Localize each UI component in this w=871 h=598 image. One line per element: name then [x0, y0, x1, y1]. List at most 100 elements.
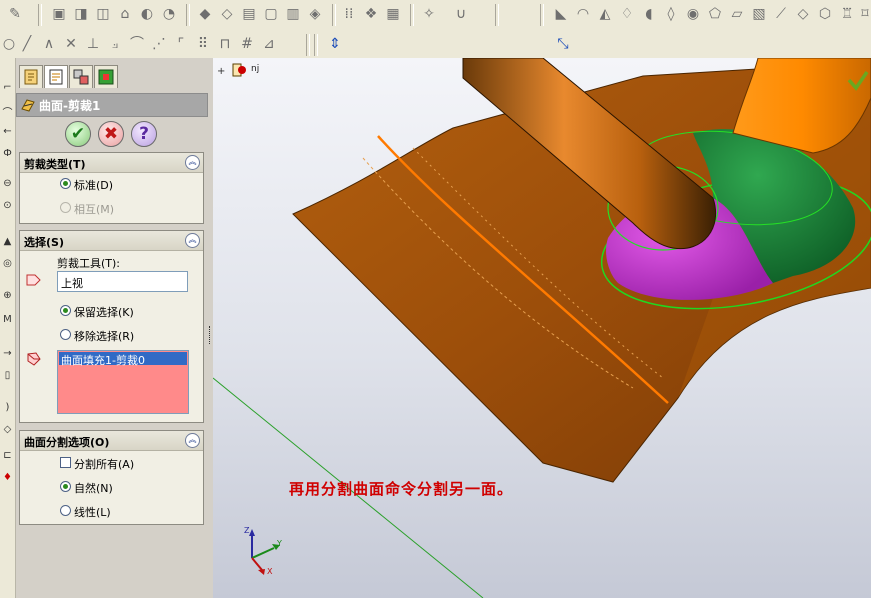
grid-icon[interactable]: # [238, 35, 256, 53]
dimension-icon[interactable]: ⊓ [216, 35, 234, 53]
sweep-surface-icon[interactable]: ◫ [94, 5, 112, 23]
property-manager: 曲面-剪裁1 ✔ ✖ ? 剪裁类型(T) ︽ 标准(D) 相互(M) 选择(S)… [16, 58, 208, 598]
trim-tool-label: 剪裁工具(T): [57, 257, 121, 270]
collapse-icon[interactable]: ︽ [185, 155, 200, 170]
tab-dimxpert-manager[interactable] [94, 65, 118, 88]
help-button[interactable]: ? [131, 121, 157, 147]
loft-surface-icon[interactable]: ⌂ [116, 5, 134, 23]
boundary-surface-icon[interactable]: ◐ [138, 5, 156, 23]
strip-icon[interactable]: ▯ [1, 370, 14, 381]
strip-icon[interactable]: ) [1, 402, 14, 413]
ruled-icon[interactable]: ⌑ [856, 5, 871, 23]
strip-icon[interactable]: ♦ [1, 472, 14, 483]
extrude-surface-icon[interactable]: ▣ [50, 5, 68, 23]
natural-label: 自然(N) [74, 482, 113, 495]
line-icon[interactable]: ╱ [18, 35, 36, 53]
offset-surface-icon[interactable]: ◆ [196, 5, 214, 23]
planar-surface-icon[interactable]: ▢ [262, 5, 280, 23]
mutual-radio[interactable] [60, 202, 71, 213]
toolbar-separator [186, 4, 190, 26]
fillet-sketch-icon[interactable]: ⊥ [84, 35, 102, 53]
strip-icon[interactable]: ← [1, 126, 14, 137]
strip-icon[interactable]: ⊙ [1, 200, 14, 211]
strip-icon[interactable]: ⊖ [1, 178, 14, 189]
indent-icon[interactable]: ◭ [596, 5, 614, 23]
mirror-icon[interactable]: ❖ [362, 5, 380, 23]
knit-surface-icon[interactable]: ▦ [384, 5, 402, 23]
collapse-icon[interactable]: ︽ [185, 233, 200, 248]
freeform-icon[interactable]: ◊ [662, 5, 680, 23]
trim-tool-field[interactable]: 上视 [57, 271, 188, 292]
ok-button[interactable]: ✔ [65, 121, 91, 147]
instruction-annotation: 再用分割曲面命令分割另一面。 [289, 480, 514, 498]
delete-face-icon[interactable]: ▱ [728, 5, 746, 23]
strip-icon[interactable]: ◎ [1, 258, 14, 269]
list-item[interactable]: 曲面填充1-剪裁0 [59, 352, 187, 367]
triangle-icon[interactable]: ⊿ [260, 35, 278, 53]
cancel-button[interactable]: ✖ [98, 121, 124, 147]
cross-icon[interactable]: ✕ [62, 35, 80, 53]
collapse-icon[interactable]: ︽ [185, 433, 200, 448]
strip-icon[interactable]: ⌐ [1, 82, 14, 93]
deform-icon[interactable]: ◣ [552, 5, 570, 23]
untrim-icon[interactable]: ♖ [838, 5, 856, 23]
tab-property-manager[interactable] [44, 65, 68, 88]
radiate-surface-icon[interactable]: ◇ [218, 5, 236, 23]
remove-selections-label: 移除选择(R) [74, 330, 135, 343]
revolve-surface-icon[interactable]: ◨ [72, 5, 90, 23]
strip-icon[interactable]: Ф [1, 148, 14, 159]
tab-feature-manager[interactable] [19, 65, 43, 88]
corner-icon[interactable]: ⌜ [172, 35, 190, 53]
view-orient-icon[interactable]: ⇕ [326, 35, 344, 53]
feature-title: 曲面-剪裁1 [39, 99, 101, 113]
thicken-icon[interactable]: ◇ [794, 5, 812, 23]
expand-icon[interactable]: + [217, 66, 225, 77]
strip-icon[interactable]: ⊏ [1, 450, 14, 461]
flex-icon[interactable]: ◠ [574, 5, 592, 23]
trim-surface-icon[interactable]: ◈ [306, 5, 324, 23]
triad-y-label: Y [277, 539, 282, 548]
reference-geometry-icon[interactable]: ✧ [420, 5, 438, 23]
split-options-header[interactable]: 曲面分割选项(O) ︽ [20, 431, 203, 451]
dotted-rect-icon[interactable]: ⠿ [194, 35, 212, 53]
strip-icon[interactable]: → [1, 348, 14, 359]
tab-configuration-manager[interactable] [69, 65, 93, 88]
model-view[interactable] [213, 58, 871, 598]
wrap-icon[interactable]: ♢ [618, 5, 636, 23]
chamfer-sketch-icon[interactable]: ⟓ [106, 35, 124, 53]
graphics-viewport[interactable]: nj + 再用分割曲面命令分割另一面。 Z Y X [213, 58, 871, 598]
linear-radio[interactable] [60, 505, 71, 516]
sketch-tool-icon[interactable]: ✎ [6, 5, 24, 23]
natural-radio[interactable] [60, 481, 71, 492]
shape-icon[interactable]: ◉ [684, 5, 702, 23]
cut-with-surface-icon[interactable]: ⬡ [816, 5, 834, 23]
remove-selections-radio[interactable] [60, 329, 71, 340]
trim-type-header[interactable]: 剪裁类型(T) ︽ [20, 153, 203, 173]
ruled-surface-icon[interactable]: ▤ [240, 5, 258, 23]
circle-icon[interactable]: ○ [0, 35, 18, 53]
move-face-icon[interactable]: ⟋ [772, 5, 790, 23]
replace-face-icon[interactable]: ▧ [750, 5, 768, 23]
normal-to-icon[interactable]: ⤡ [554, 35, 572, 53]
extend-surface-icon[interactable]: ▥ [284, 5, 302, 23]
curves-icon[interactable]: ∪ [452, 5, 470, 23]
strip-icon[interactable]: ▲ [1, 236, 14, 247]
strip-icon[interactable]: ◇ [1, 424, 14, 435]
selections-header[interactable]: 选择(S) ︽ [20, 231, 203, 251]
strip-icon[interactable]: M [1, 314, 14, 325]
keep-selections-radio[interactable] [60, 305, 71, 316]
pieces-to-keep-list[interactable]: 曲面填充1-剪裁0 [57, 350, 189, 414]
standard-radio[interactable] [60, 178, 71, 189]
question-icon: ? [139, 124, 149, 144]
split-line-icon[interactable]: ⬠ [706, 5, 724, 23]
angle-icon[interactable]: ∧ [40, 35, 58, 53]
strip-icon[interactable]: ⊕ [1, 290, 14, 301]
slash-icon[interactable]: ⋰ [150, 35, 168, 53]
pattern-icon[interactable]: ⁞⁞ [340, 5, 358, 23]
split-all-checkbox[interactable] [60, 457, 71, 468]
strip-icon[interactable]: ⌒ [1, 104, 14, 119]
dome-icon[interactable]: ◖ [640, 5, 658, 23]
fill-surface-icon[interactable]: ◔ [160, 5, 178, 23]
arc-icon[interactable]: ⌒ [128, 35, 146, 53]
feature-flyout-icon[interactable] [231, 62, 249, 78]
